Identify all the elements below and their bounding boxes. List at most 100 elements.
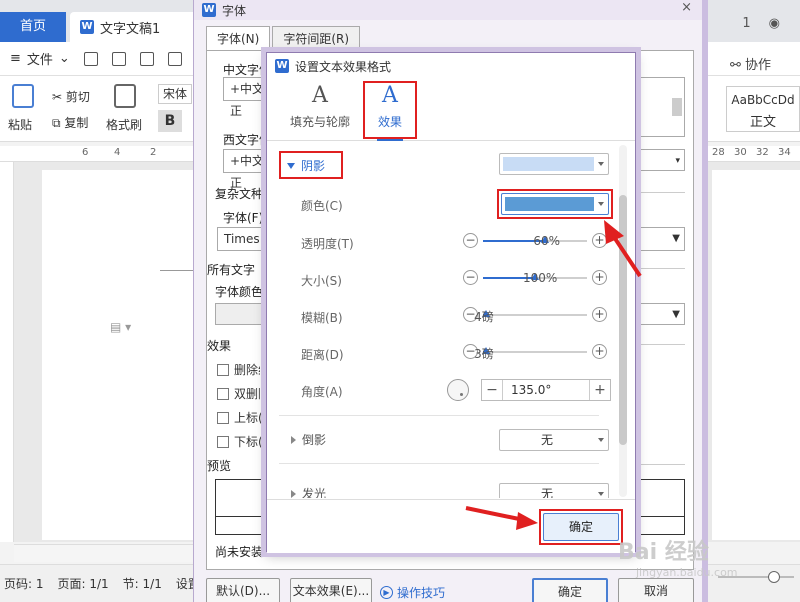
help-link[interactable]: ▶ 操作技巧 — [380, 584, 445, 601]
transparency-slider[interactable]: − 60% + — [463, 231, 607, 251]
close-icon[interactable]: × — [681, 0, 692, 15]
reflection-dropdown[interactable]: 无 — [499, 429, 609, 451]
reflection-section-header[interactable]: 倒影 — [291, 431, 326, 448]
vertical-scrollbar[interactable] — [619, 145, 627, 497]
plus-icon[interactable]: + — [592, 270, 607, 285]
complex-font-field[interactable]: Times — [217, 227, 269, 251]
divider — [279, 415, 599, 416]
cut-button[interactable]: ✂ 剪切 — [52, 88, 90, 105]
collab-button[interactable]: ⚯ 协作 — [730, 54, 771, 73]
bold-button[interactable]: B — [158, 110, 182, 132]
active-tab-indicator — [377, 139, 403, 141]
font-dialog-tabs: 字体(N) 字符间距(R) — [206, 26, 362, 50]
angle-value[interactable]: 135.0° — [502, 380, 590, 400]
ruler-tick: 34 — [778, 147, 791, 158]
ruler-tick: 6 — [82, 147, 89, 158]
paragraph-icon[interactable]: ▤ ▾ — [110, 320, 131, 334]
baidu-watermark-url: jingyan.baidu.com — [636, 566, 738, 579]
plus-icon[interactable]: + — [592, 233, 607, 248]
chinese-font-label: 中文字体 — [223, 63, 272, 77]
blur-label: 模糊(B) — [301, 311, 343, 325]
font-color-label: 字体颜色 — [215, 285, 264, 299]
slider-track: 3磅 — [474, 347, 587, 361]
checkbox-box — [217, 363, 229, 376]
subscript-checkbox[interactable]: 下标( — [217, 433, 263, 450]
minus-icon[interactable]: − — [482, 380, 502, 400]
shadow-preset-dropdown[interactable] — [499, 153, 609, 175]
western-font-field[interactable]: +中文正 — [223, 149, 269, 190]
export-icon[interactable] — [111, 51, 126, 66]
chevron-down-icon — [598, 492, 604, 496]
ok-button[interactable]: 确定 — [532, 578, 608, 602]
effects-label: 效果 — [207, 339, 232, 353]
tab-document[interactable]: W 文字文稿1 — [70, 12, 200, 42]
user-icon[interactable]: ◉ — [769, 16, 780, 31]
all-text-label: 所有文字 — [207, 263, 256, 277]
cancel-button[interactable]: 取消 — [618, 578, 694, 602]
text-effect-button[interactable]: 文本效果(E)... — [290, 578, 372, 602]
blur-slider[interactable]: − 4磅 + — [463, 305, 607, 325]
font-name-field[interactable]: 宋体 — [158, 84, 192, 104]
text-effect-tabs: A 填充与轮廓 A 效果 — [267, 79, 635, 141]
minus-icon[interactable]: − — [463, 233, 478, 248]
glow-section-header[interactable]: 发光 — [291, 485, 326, 498]
strikethrough-label: 删除线 — [234, 363, 260, 377]
collab-label: 协作 — [745, 58, 772, 73]
plus-icon[interactable]: + — [592, 307, 607, 322]
wps-writer-icon: W — [80, 20, 94, 34]
window-count-badge[interactable]: 1 — [742, 16, 750, 31]
plus-icon[interactable]: + — [590, 380, 610, 400]
slider-track: 60% — [483, 234, 587, 248]
plus-icon[interactable]: + — [592, 344, 607, 359]
tab-document-label: 文字文稿1 — [100, 21, 161, 37]
format-painter-button[interactable]: 格式刷 — [106, 116, 142, 133]
chinese-font-field[interactable]: +中文正 — [223, 77, 269, 118]
ruler-tick: 28 — [712, 147, 725, 158]
tab-home[interactable]: 首页 — [0, 12, 66, 42]
scrollbar-thumb[interactable] — [619, 195, 627, 445]
superscript-checkbox[interactable]: 上标( — [217, 409, 263, 426]
document-page-right — [712, 170, 800, 540]
size-slider[interactable]: − 100% + — [463, 268, 607, 288]
format-painter-icon[interactable] — [114, 84, 136, 108]
font-color-dropdown[interactable] — [215, 303, 271, 325]
paste-icon[interactable] — [12, 84, 34, 108]
angle-stepper[interactable]: − 135.0° + — [481, 379, 611, 401]
print-icon[interactable] — [139, 51, 154, 66]
copy-button[interactable]: ⧉ 复制 — [52, 114, 88, 131]
copy-icon: ⧉ — [52, 116, 65, 130]
zoom-slider-thumb[interactable] — [768, 571, 780, 583]
tab-char-spacing[interactable]: 字符间距(R) — [272, 26, 361, 50]
copy-label: 复制 — [64, 116, 89, 130]
paste-button[interactable]: 粘贴 — [8, 116, 32, 133]
status-section: 节: 1/1 — [122, 577, 162, 591]
chevron-down-icon — [598, 162, 604, 166]
list-scroll-thumb[interactable] — [672, 98, 682, 116]
font-dialog-titlebar: W 字体 × — [194, 0, 702, 20]
default-button[interactable]: 默认(D)... — [206, 578, 280, 602]
minus-icon[interactable]: − — [463, 270, 478, 285]
glow-value: 无 — [540, 487, 553, 498]
file-menu[interactable]: ≡ 文件 ⌄ — [10, 49, 70, 68]
glow-dropdown[interactable]: 无 — [499, 483, 609, 498]
tab-fill-outline[interactable]: A 填充与轮廓 — [287, 83, 353, 139]
shadow-preset-swatch — [503, 157, 594, 171]
superscript-label: 上标( — [234, 411, 263, 425]
file-menu-label: 文件 — [26, 53, 53, 68]
angle-dial[interactable] — [447, 379, 469, 401]
horizontal-scrollbar[interactable] — [14, 544, 214, 562]
collapse-triangle-icon — [291, 435, 296, 444]
style-normal[interactable]: AaBbCcDd 正文 — [726, 86, 800, 132]
tab-font[interactable]: 字体(N) — [206, 26, 271, 50]
strikethrough-checkbox[interactable]: 删除线 — [217, 361, 260, 378]
reflection-value: 无 — [540, 433, 553, 447]
document-page[interactable]: ▤ ▾ — [42, 170, 202, 540]
western-font-label: 西文字体 — [223, 133, 272, 147]
chevron-down-icon — [598, 438, 604, 442]
preview-icon[interactable] — [167, 51, 182, 66]
distance-slider[interactable]: − 3磅 + — [463, 342, 607, 362]
slider-value: 4磅 — [474, 310, 494, 324]
fill-outline-icon: A — [312, 83, 328, 108]
save-icon[interactable] — [83, 51, 98, 66]
double-strike-checkbox[interactable]: 双删除线 — [217, 385, 260, 402]
